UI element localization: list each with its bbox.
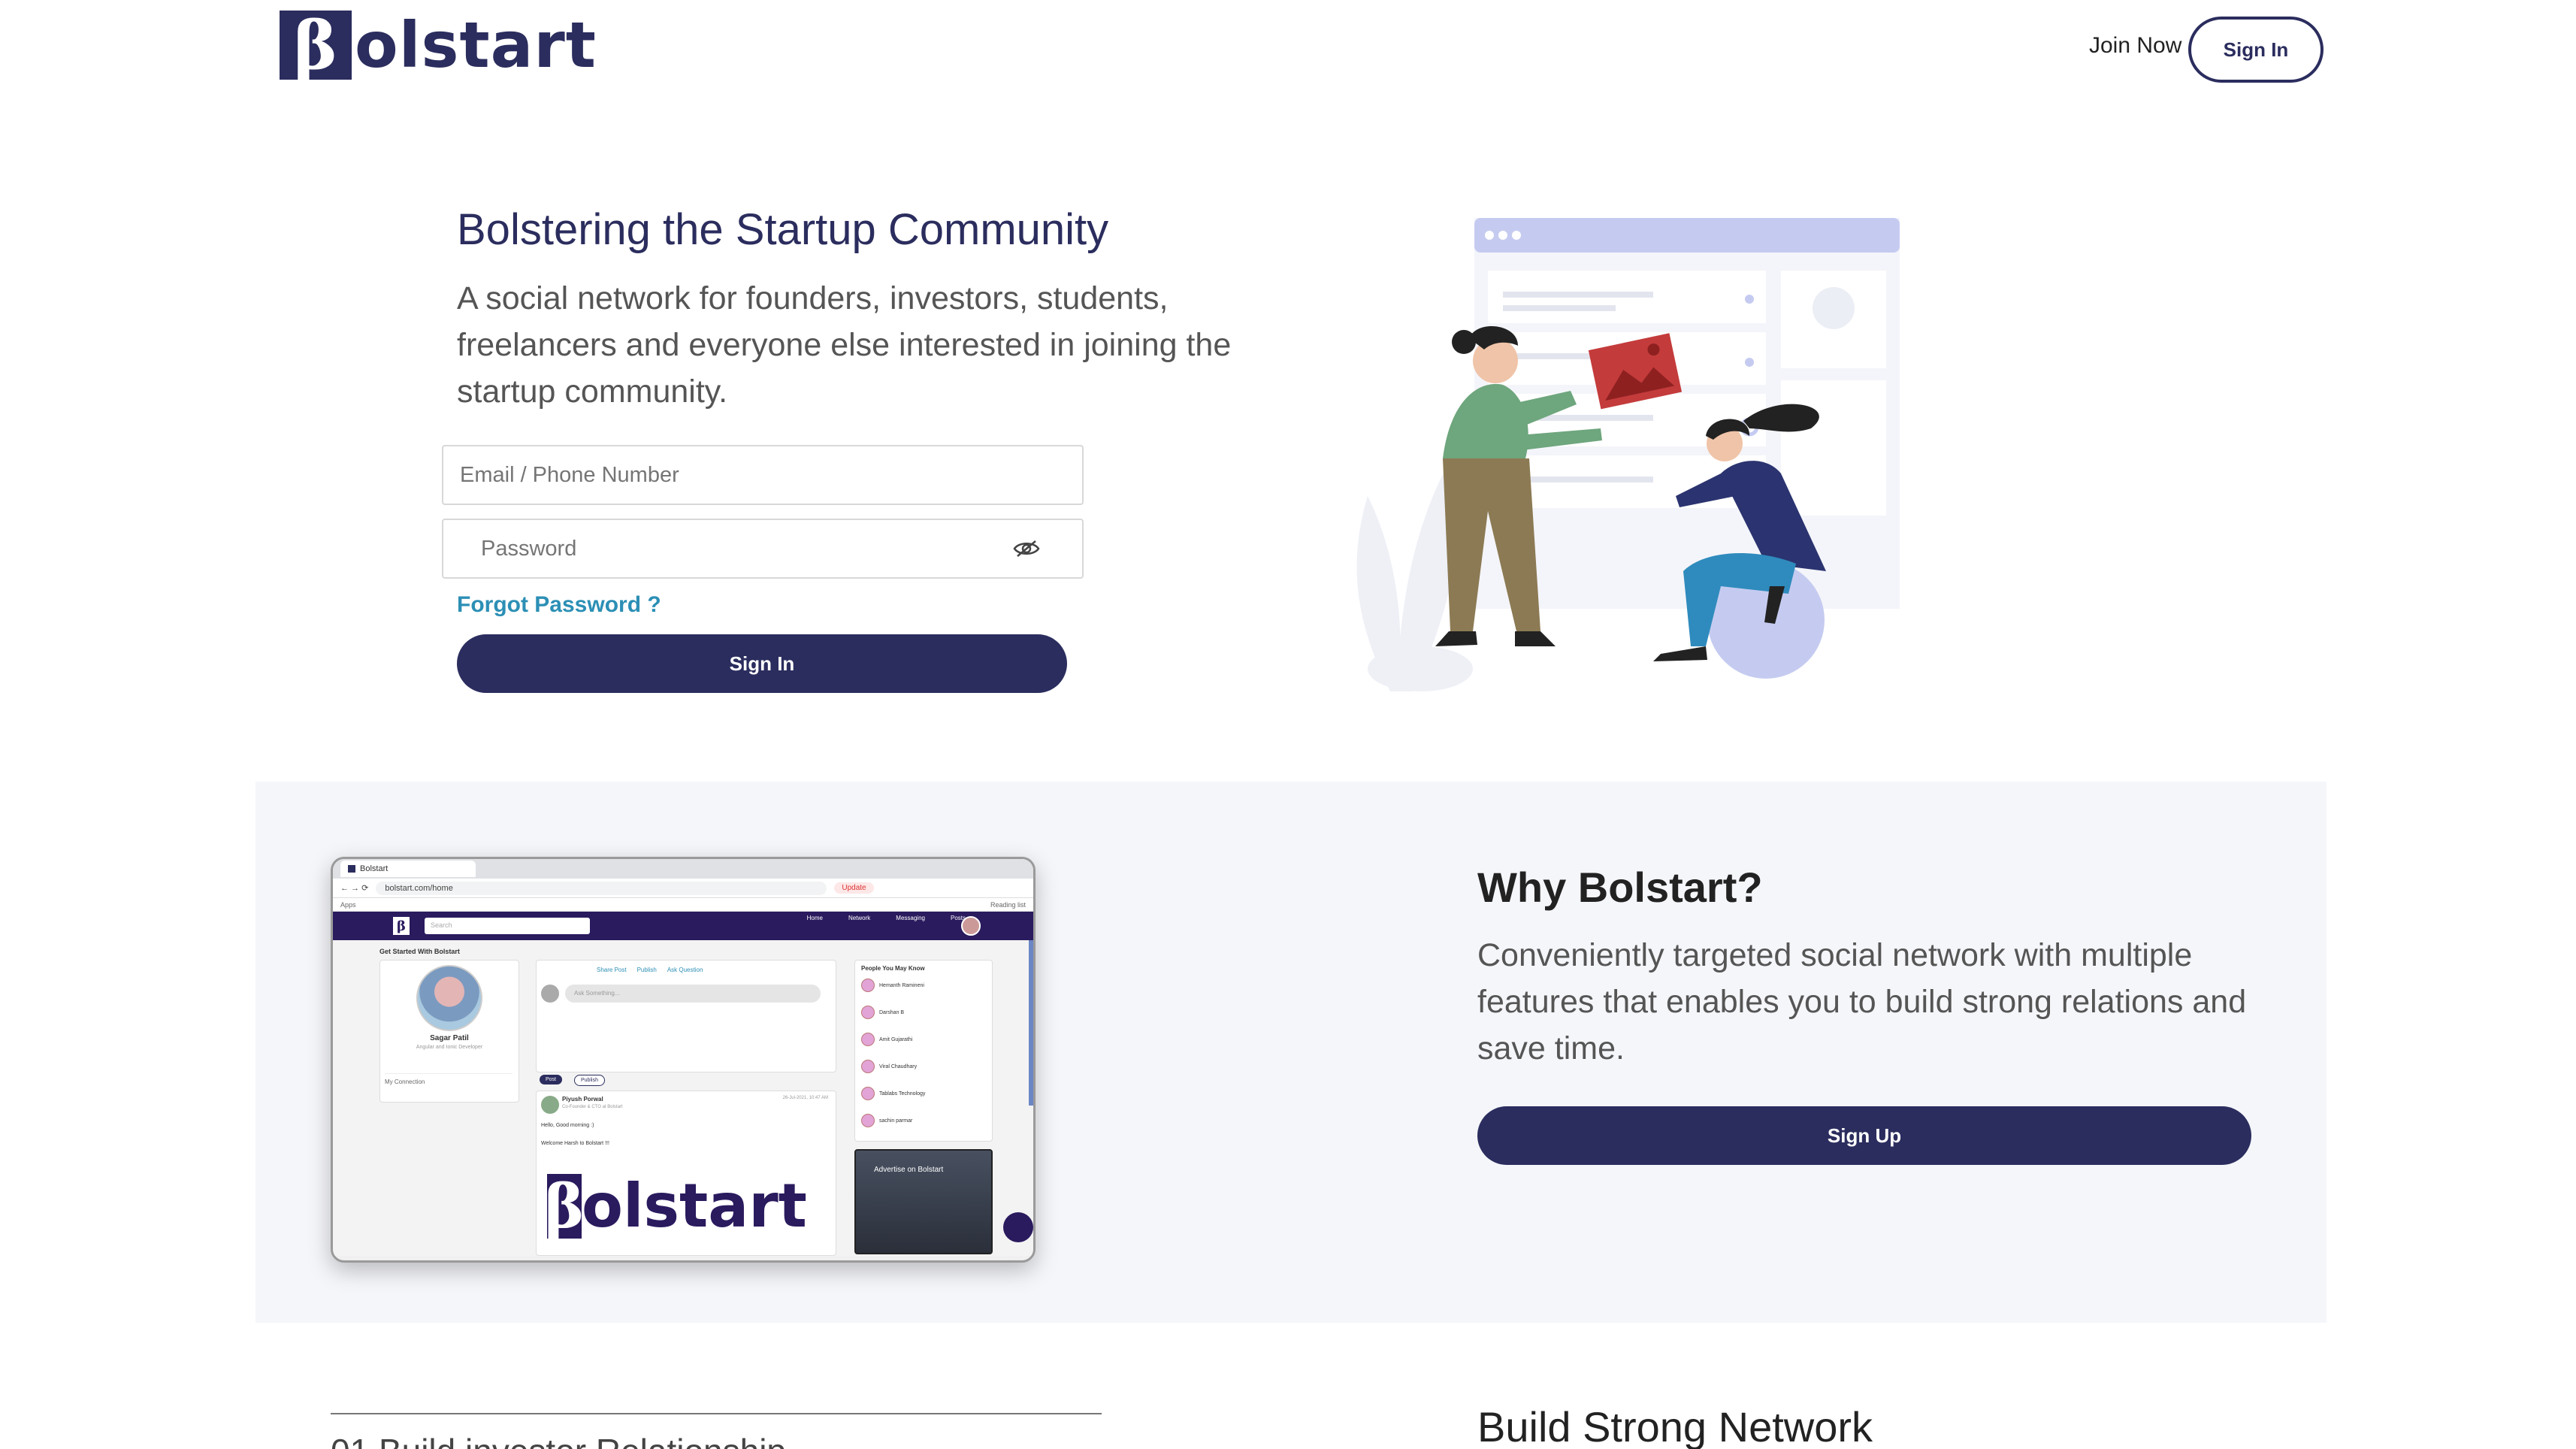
mini-feed-date: 26-Jul-2021, 10:47 AM bbox=[782, 1096, 828, 1100]
favicon-icon bbox=[348, 865, 355, 873]
mini-tab-bar: Bolstart bbox=[333, 859, 1033, 879]
forgot-password-link[interactable]: Forgot Password ? bbox=[457, 592, 661, 618]
window-titlebar bbox=[1474, 218, 1900, 253]
mini-bookmarks-bar: Apps Reading list bbox=[333, 898, 1033, 912]
mini-ad-title: Advertise on Bolstart bbox=[874, 1166, 944, 1174]
mini-feed-author: Piyush Porwal bbox=[562, 1096, 603, 1103]
mini-ask-input: Ask Something... bbox=[565, 985, 821, 1003]
header: β olstart Join Now Sign In bbox=[0, 0, 2576, 98]
mini-profile-photo bbox=[416, 965, 482, 1031]
mini-apps: Apps bbox=[340, 900, 356, 909]
eye-slash-icon[interactable] bbox=[1013, 540, 1040, 558]
mini-person: Tablabs Technology bbox=[861, 1087, 925, 1100]
mini-post-composer: Share Post Publish Ask Question Ask Some… bbox=[536, 960, 836, 1072]
mini-logo-mark: β bbox=[393, 917, 410, 935]
mini-people-card: People You May Know Hemanth Ramineni Dar… bbox=[854, 960, 993, 1142]
mini-tab-title: Bolstart bbox=[360, 864, 389, 873]
mini-person: Darshan B bbox=[861, 1006, 904, 1019]
mini-profile-name: Sagar Patil bbox=[430, 1034, 469, 1042]
back-icon: ← → ⟳ bbox=[340, 884, 369, 893]
sign-in-button[interactable]: Sign In bbox=[457, 634, 1067, 693]
mini-pill-post: Post bbox=[540, 1075, 563, 1084]
mini-person: Amit Gujarathi bbox=[861, 1033, 912, 1046]
mini-feed-post: Post Publish Piyush Porwal Co-Founder & … bbox=[536, 1075, 836, 1256]
join-now-link[interactable]: Join Now bbox=[2089, 33, 2181, 59]
feature-heading-investor: 01 Build investor Relationship bbox=[331, 1431, 786, 1449]
mini-person: Viral Chaudhary bbox=[861, 1060, 917, 1073]
sign-up-button[interactable]: Sign Up bbox=[1477, 1106, 2251, 1165]
mini-ad-card: Advertise on Bolstart bbox=[854, 1149, 993, 1254]
mini-feed-logo: β olstart bbox=[544, 1171, 807, 1242]
chat-bubble-icon bbox=[1003, 1212, 1033, 1242]
mini-tab-share: Share Post bbox=[597, 967, 627, 973]
mini-app-navbar: β Search Home Network Messaging Posts bbox=[333, 912, 1033, 940]
mini-profile-card: Sagar Patil Angular and Ionic Developer … bbox=[379, 960, 519, 1103]
mini-get-started: Get Started With Bolstart bbox=[379, 948, 460, 955]
mini-composer-avatar bbox=[541, 985, 559, 1003]
mini-feed-line1: Hello, Good morning :) bbox=[541, 1123, 594, 1128]
mini-pill-publish: Publish bbox=[574, 1075, 605, 1086]
hero-description: A social network for founders, investors… bbox=[457, 280, 1232, 410]
mini-tab-publish: Publish bbox=[636, 967, 657, 973]
mini-app-body: Get Started With Bolstart Sagar Patil An… bbox=[333, 940, 1033, 1256]
hero-illustration bbox=[1356, 218, 1900, 691]
mini-url-bar: ← → ⟳ bolstart.com/home Update bbox=[333, 879, 1033, 898]
mini-nav-messaging: Messaging bbox=[896, 915, 925, 921]
mini-people-title: People You May Know bbox=[861, 965, 925, 972]
bolstart-logo[interactable]: β olstart bbox=[280, 11, 597, 80]
mini-feed-logo-text: olstart bbox=[582, 1171, 807, 1241]
section-divider bbox=[331, 1413, 1102, 1414]
why-title: Why Bolstart? bbox=[1477, 864, 1763, 911]
mini-scrollbar bbox=[1029, 940, 1033, 1106]
mini-feed-line2: Welcome Harsh to Bolstart !!! bbox=[541, 1141, 609, 1146]
logo-mark: β bbox=[280, 11, 352, 80]
mini-search: Search bbox=[425, 918, 590, 934]
why-description: Conveniently targeted social network wit… bbox=[1477, 937, 2247, 1066]
mini-feed-author-sub: Co-Founder & CTO at Bolstart bbox=[562, 1105, 623, 1109]
email-phone-input[interactable] bbox=[442, 445, 1084, 505]
mini-person: sachin parmar bbox=[861, 1114, 912, 1127]
password-input[interactable] bbox=[442, 519, 1084, 579]
mini-reading-list: Reading list bbox=[990, 900, 1026, 909]
mini-url: bolstart.com/home bbox=[376, 881, 827, 895]
mini-my-connection: My Connection bbox=[385, 1073, 512, 1085]
mini-profile-role: Angular and Ionic Developer bbox=[416, 1045, 483, 1050]
logo-text: olstart bbox=[355, 8, 597, 82]
mini-tab-ask: Ask Question bbox=[667, 967, 703, 973]
mini-update-badge: Update bbox=[834, 882, 874, 894]
app-preview-screenshot: Bolstart ← → ⟳ bolstart.com/home Update … bbox=[331, 857, 1036, 1263]
mini-person: Hemanth Ramineni bbox=[861, 979, 924, 992]
mini-nav-home: Home bbox=[806, 915, 823, 921]
mini-feed-logo-mark: β bbox=[544, 1171, 585, 1242]
hero-title: Bolstering the Startup Community bbox=[457, 205, 1109, 254]
feature-heading-network: Build Strong Network bbox=[1477, 1403, 1873, 1449]
mini-nav-network: Network bbox=[848, 915, 871, 921]
mini-avatar bbox=[961, 916, 981, 936]
header-sign-in-button[interactable]: Sign In bbox=[2188, 17, 2324, 83]
mini-feed-avatar bbox=[541, 1096, 559, 1114]
